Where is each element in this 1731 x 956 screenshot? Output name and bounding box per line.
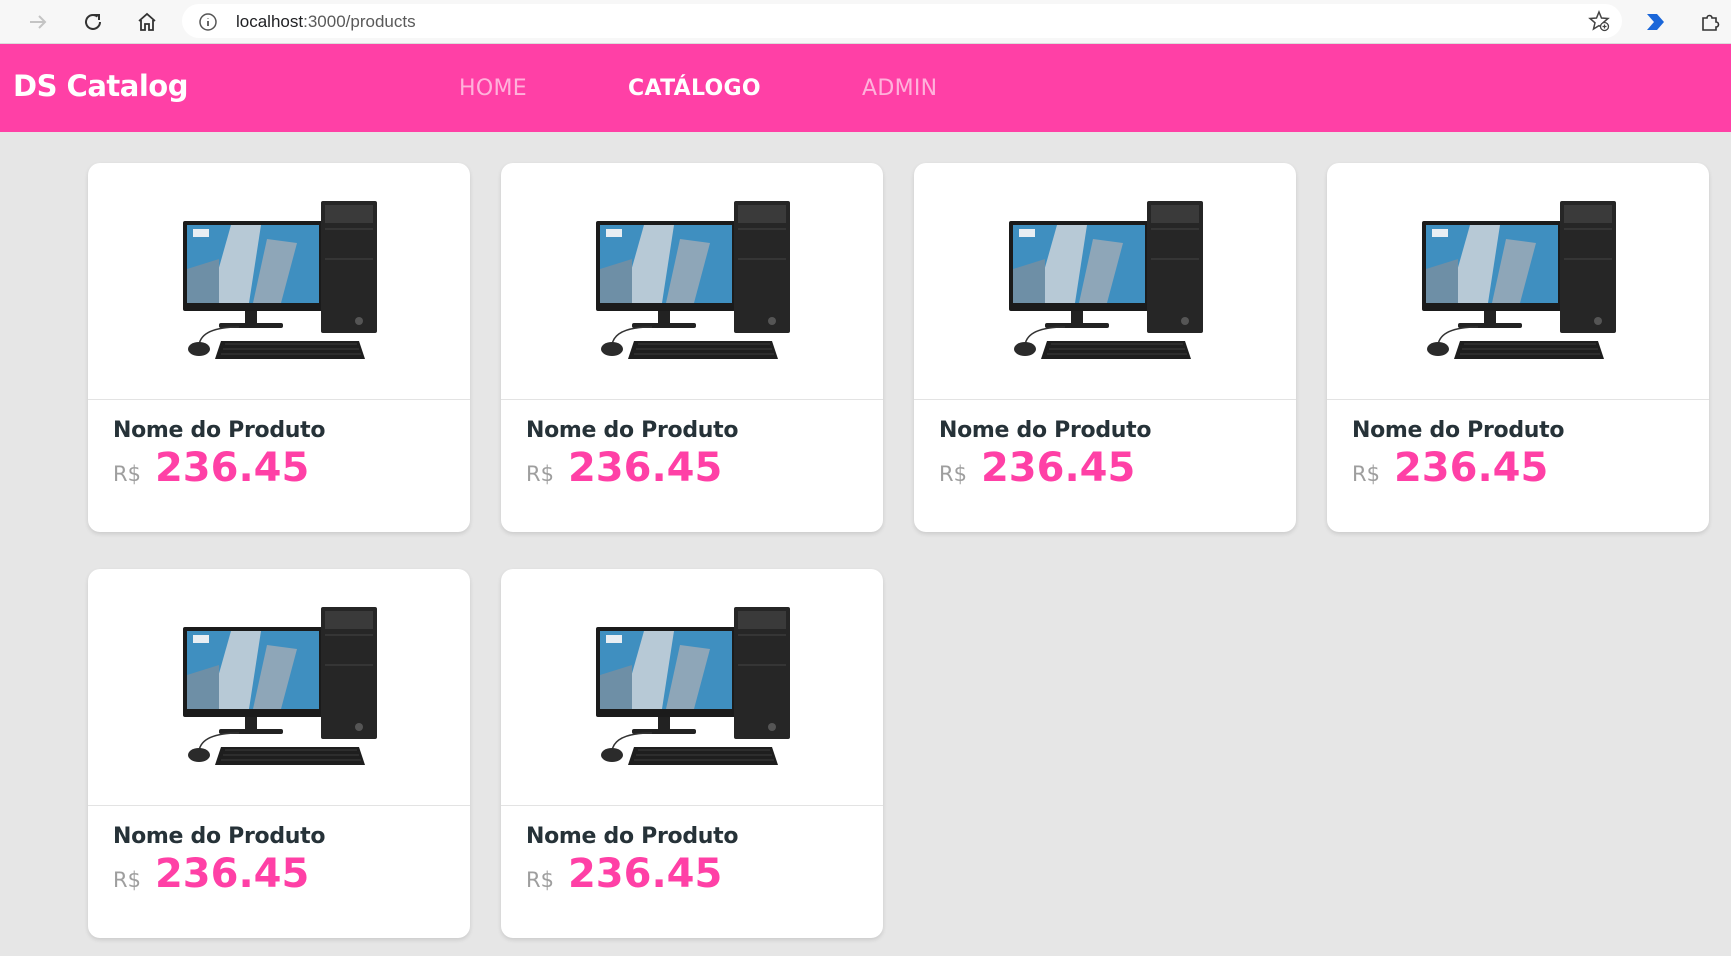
price-currency: R$ [939, 462, 967, 486]
brand-logo[interactable]: DS Catalog [13, 69, 188, 103]
product-price: R$ 236.45 [939, 445, 1271, 491]
product-card[interactable]: Nome do Produto R$ 236.45 [501, 569, 883, 938]
address-bar[interactable]: localhost:3000/products [182, 4, 1622, 38]
product-price: R$ 236.45 [1352, 445, 1684, 491]
desktop-computer-icon [183, 201, 377, 359]
price-currency: R$ [1352, 462, 1380, 486]
url-host: localhost [236, 12, 304, 31]
home-icon [138, 12, 156, 31]
info-icon[interactable] [198, 12, 218, 37]
product-info: Nome do Produto R$ 236.45 [501, 806, 883, 897]
product-name: Nome do Produto [113, 418, 326, 443]
product-info: Nome do Produto R$ 236.45 [501, 400, 883, 491]
price-currency: R$ [113, 868, 141, 892]
url-text: localhost:3000/products [236, 12, 416, 32]
product-name: Nome do Produto [1352, 418, 1565, 443]
price-currency: R$ [526, 868, 554, 892]
desktop-computer-icon [596, 201, 790, 359]
desktop-computer-icon [1422, 201, 1616, 359]
product-info: Nome do Produto R$ 236.45 [1327, 400, 1709, 491]
app-navbar: DS Catalog HOME CATÁLOGO ADMIN [0, 44, 1731, 132]
price-value: 236.45 [1393, 445, 1549, 491]
home-button[interactable] [131, 6, 163, 38]
desktop-computer-icon [596, 607, 790, 765]
star-add-icon[interactable] [1588, 10, 1610, 37]
reload-icon [85, 13, 101, 30]
nav-link-home[interactable]: HOME [459, 76, 527, 101]
product-name: Nome do Produto [526, 418, 739, 443]
price-value: 236.45 [980, 445, 1136, 491]
price-currency: R$ [526, 462, 554, 486]
product-grid: Nome do Produto R$ 236.45 Nome do Produto R… [88, 163, 1709, 938]
price-value: 236.45 [567, 445, 723, 491]
nav-link-catalogo[interactable]: CATÁLOGO [628, 76, 761, 101]
product-card[interactable]: Nome do Produto R$ 236.45 [501, 163, 883, 532]
product-image [501, 569, 883, 806]
price-value: 236.45 [567, 851, 723, 897]
extension-button[interactable] [1640, 6, 1672, 38]
url-path: :3000/products [303, 12, 416, 31]
nav-link-admin[interactable]: ADMIN [862, 76, 937, 101]
forward-button[interactable] [22, 6, 54, 38]
product-price: R$ 236.45 [526, 445, 858, 491]
product-card[interactable]: Nome do Produto R$ 236.45 [1327, 163, 1709, 532]
price-value: 236.45 [154, 851, 310, 897]
product-name: Nome do Produto [113, 824, 326, 849]
price-value: 236.45 [154, 445, 310, 491]
product-image [88, 163, 470, 400]
product-price: R$ 236.45 [526, 851, 858, 897]
product-image [501, 163, 883, 400]
product-name: Nome do Produto [939, 418, 1152, 443]
product-info: Nome do Produto R$ 236.45 [88, 806, 470, 897]
product-card[interactable]: Nome do Produto R$ 236.45 [88, 163, 470, 532]
desktop-computer-icon [1009, 201, 1203, 359]
product-card[interactable]: Nome do Produto R$ 236.45 [914, 163, 1296, 532]
product-image [1327, 163, 1709, 400]
product-image [88, 569, 470, 806]
product-price: R$ 236.45 [113, 445, 445, 491]
puzzle-icon [1702, 14, 1720, 31]
extensions-menu-button[interactable] [1694, 6, 1726, 38]
arrow-right-icon [30, 15, 47, 29]
browser-toolbar: localhost:3000/products [0, 0, 1731, 44]
product-info: Nome do Produto R$ 236.45 [914, 400, 1296, 491]
chevron-extension-icon [1647, 14, 1664, 30]
product-image [914, 163, 1296, 400]
product-price: R$ 236.45 [113, 851, 445, 897]
product-info: Nome do Produto R$ 236.45 [88, 400, 470, 491]
product-name: Nome do Produto [526, 824, 739, 849]
price-currency: R$ [113, 462, 141, 486]
reload-button[interactable] [77, 6, 109, 38]
desktop-computer-icon [183, 607, 377, 765]
product-card[interactable]: Nome do Produto R$ 236.45 [88, 569, 470, 938]
